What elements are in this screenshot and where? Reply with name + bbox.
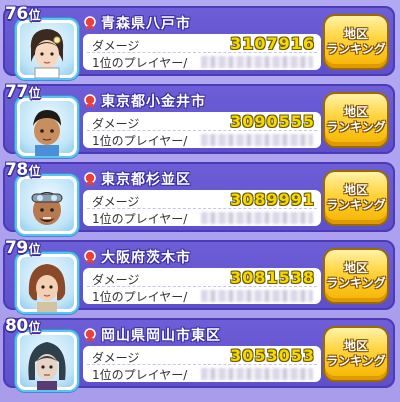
top-player-label: 1位のプレイヤー/: [92, 212, 188, 226]
rank-badge: 79位: [5, 238, 41, 258]
damage-value: 3053053: [230, 346, 315, 365]
regional-ranking-button[interactable]: 地区 ランキング: [325, 328, 387, 380]
region-name: 岡山県岡山市東区: [101, 328, 221, 344]
score-panel: ダメージ 3107916 1位のプレイヤー/: [83, 34, 321, 70]
score-panel: ダメージ 3090555 1位のプレイヤー/: [83, 112, 321, 148]
blurred-player-name: [201, 212, 313, 224]
rank-badge: 80位: [5, 316, 41, 336]
button-label-line1: 地区: [343, 183, 368, 197]
damage-value: 3089991: [230, 190, 315, 209]
regional-ranking-button[interactable]: 地区 ランキング: [325, 16, 387, 68]
button-label-line2: ランキング: [326, 120, 386, 134]
ranking-list: 76位 青森県八戸市 ダメージ 3107916 1位のプレイヤー/ 地区 ランキ…: [0, 0, 400, 402]
red-medal-icon: [84, 16, 96, 30]
damage-value: 3090555: [230, 112, 315, 131]
top-player-label: 1位のプレイヤー/: [92, 290, 188, 304]
damage-value: 3107916: [230, 34, 315, 53]
blurred-player-name: [201, 368, 313, 380]
rank-number: 78: [5, 160, 28, 180]
button-label-line2: ランキング: [326, 354, 386, 368]
rank-suffix: 位: [28, 8, 41, 22]
ranking-row: 78位 東京都杉並区 ダメージ 3089991 1位のプレイヤー/ 地区 ランキ…: [3, 160, 395, 234]
avatar: [17, 20, 77, 78]
ranking-row: 76位 青森県八戸市 ダメージ 3107916 1位のプレイヤー/ 地区 ランキ…: [3, 4, 395, 78]
score-panel: ダメージ 3081538 1位のプレイヤー/: [83, 268, 321, 304]
rank-badge: 76位: [5, 4, 41, 24]
blurred-player-name: [201, 56, 313, 68]
avatar: [17, 98, 77, 156]
rank-number: 76: [5, 4, 28, 24]
rank-badge: 77位: [5, 82, 41, 102]
divider: [87, 130, 317, 131]
woman-brown-hair-avatar-icon: [28, 264, 66, 312]
rank-suffix: 位: [28, 86, 41, 100]
region-name: 大阪府茨木市: [101, 250, 191, 266]
button-label-line1: 地区: [343, 339, 368, 353]
divider: [87, 364, 317, 365]
damage-value: 3081538: [230, 268, 315, 287]
blurred-player-name: [201, 290, 313, 302]
blurred-player-name: [201, 134, 313, 146]
rank-badge: 78位: [5, 160, 41, 180]
divider: [87, 52, 317, 53]
red-medal-icon: [84, 328, 96, 342]
avatar: [17, 254, 77, 312]
button-label-line2: ランキング: [326, 198, 386, 212]
score-panel: ダメージ 3053053 1位のプレイヤー/: [83, 346, 321, 382]
rank-number: 79: [5, 238, 28, 258]
rank-suffix: 位: [28, 164, 41, 178]
avatar: [17, 176, 77, 234]
dark-haired-girl-avatar-icon: [28, 342, 66, 390]
goggles-man-avatar-icon: [31, 192, 63, 225]
rank-number: 80: [5, 316, 28, 336]
regional-ranking-button[interactable]: 地区 ランキング: [325, 172, 387, 224]
regional-ranking-button[interactable]: 地区 ランキング: [325, 94, 387, 146]
girl-short-hair-avatar-icon: [30, 29, 64, 78]
ranking-row: 77位 東京都小金井市 ダメージ 3090555 1位のプレイヤー/ 地区 ラン…: [3, 82, 395, 156]
ranking-row: 79位 大阪府茨木市 ダメージ 3081538 1位のプレイヤー/ 地区 ランキ…: [3, 238, 395, 312]
rank-suffix: 位: [28, 242, 41, 256]
top-player-label: 1位のプレイヤー/: [92, 368, 188, 382]
button-label-line1: 地区: [343, 105, 368, 119]
top-player-label: 1位のプレイヤー/: [92, 56, 188, 70]
button-label-line2: ランキング: [326, 42, 386, 56]
red-medal-icon: [84, 250, 96, 264]
avatar: [17, 332, 77, 390]
divider: [87, 286, 317, 287]
red-medal-icon: [84, 172, 96, 186]
button-label-line1: 地区: [343, 261, 368, 275]
top-player-label: 1位のプレイヤー/: [92, 134, 188, 148]
divider: [87, 208, 317, 209]
button-label-line2: ランキング: [326, 276, 386, 290]
button-label-line1: 地区: [343, 27, 368, 41]
region-name: 青森県八戸市: [101, 16, 191, 32]
region-name: 東京都杉並区: [101, 172, 191, 188]
boy-dark-hair-avatar-icon: [33, 110, 61, 156]
regional-ranking-button[interactable]: 地区 ランキング: [325, 250, 387, 302]
region-name: 東京都小金井市: [101, 94, 206, 110]
rank-number: 77: [5, 82, 28, 102]
score-panel: ダメージ 3089991 1位のプレイヤー/: [83, 190, 321, 226]
ranking-row: 80位 岡山県岡山市東区 ダメージ 3053053 1位のプレイヤー/ 地区 ラ…: [3, 316, 395, 390]
red-medal-icon: [84, 94, 96, 108]
rank-suffix: 位: [28, 320, 41, 334]
